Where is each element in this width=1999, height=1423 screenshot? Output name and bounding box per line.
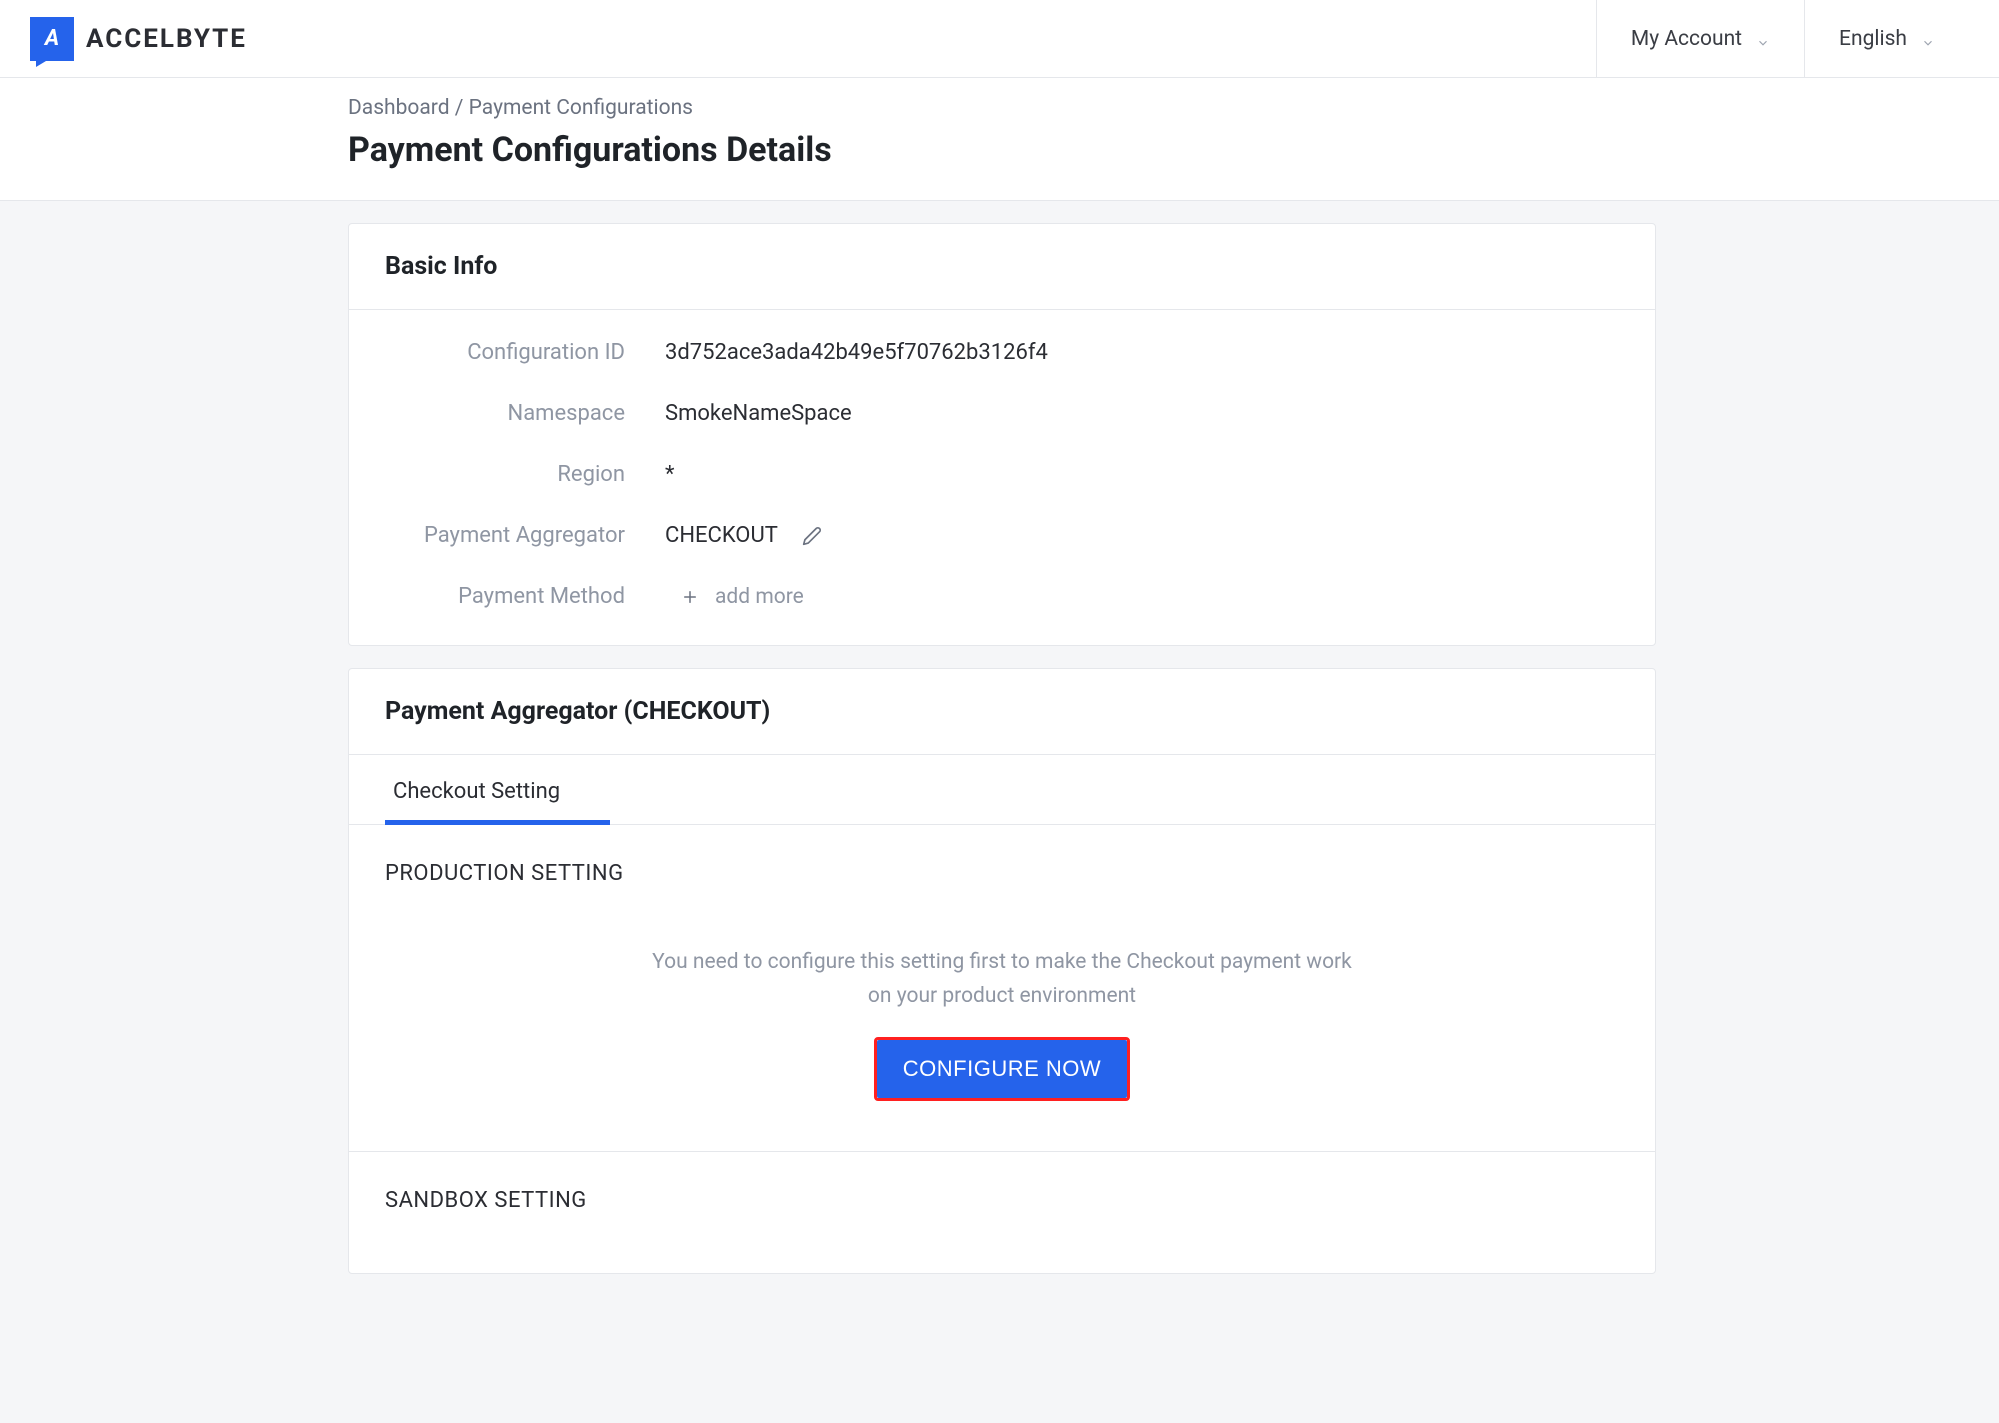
aggregator-title: Payment Aggregator (CHECKOUT) [385,697,1619,726]
configuration-id-label: Configuration ID [385,340,665,365]
card-body: Configuration ID 3d752ace3ada42b49e5f707… [349,310,1655,645]
info-row-region: Region * [385,462,1619,487]
breadcrumb: Dashboard / Payment Configurations [348,96,1999,120]
configure-button-highlight: CONFIGURE NOW [874,1037,1130,1101]
content: Basic Info Configuration ID 3d752ace3ada… [0,201,1999,1336]
production-config-text: You need to configure this setting first… [385,946,1619,1013]
page-title: Payment Configurations Details [348,130,1999,170]
card-header: Payment Aggregator (CHECKOUT) [349,669,1655,755]
logo[interactable]: A ACCELBYTE [30,17,247,61]
tab-checkout-setting[interactable]: Checkout Setting [385,755,580,824]
payment-aggregator-text: CHECKOUT [665,523,778,548]
header-right: My Account English [1596,0,1969,77]
basic-info-title: Basic Info [385,252,1619,281]
breadcrumb-current: Payment Configurations [469,96,693,120]
info-row-payment-method: Payment Method add more [385,584,1619,609]
my-account-label: My Account [1631,27,1742,51]
add-more-button[interactable]: add more [665,585,804,609]
breadcrumb-dashboard[interactable]: Dashboard [348,96,450,120]
add-more-label: add more [715,585,804,609]
namespace-label: Namespace [385,401,665,426]
configure-now-button[interactable]: CONFIGURE NOW [877,1040,1127,1098]
payment-aggregator-label: Payment Aggregator [385,523,665,548]
edit-icon[interactable] [802,526,822,546]
language-label: English [1839,27,1907,51]
namespace-value: SmokeNameSpace [665,401,852,426]
language-dropdown[interactable]: English [1804,0,1969,77]
tabs: Checkout Setting [349,755,1655,825]
page-header: Dashboard / Payment Configurations Payme… [0,78,1999,201]
config-text-line2: on your product environment [868,984,1136,1008]
sandbox-setting-heading: SANDBOX SETTING [349,1152,1655,1273]
info-row-configuration-id: Configuration ID 3d752ace3ada42b49e5f707… [385,340,1619,365]
chevron-down-icon [1921,32,1935,46]
logo-icon: A [30,17,74,61]
basic-info-card: Basic Info Configuration ID 3d752ace3ada… [348,223,1656,646]
config-text-line1: You need to configure this setting first… [652,950,1352,974]
payment-method-label: Payment Method [385,584,665,609]
logo-text: ACCELBYTE [86,24,247,54]
region-label: Region [385,462,665,487]
plus-icon [681,588,699,606]
payment-aggregator-card: Payment Aggregator (CHECKOUT) Checkout S… [348,668,1656,1274]
production-config-block: You need to configure this setting first… [349,886,1655,1152]
payment-method-value: add more [665,585,804,609]
payment-aggregator-value: CHECKOUT [665,523,822,548]
chevron-down-icon [1756,32,1770,46]
card-header: Basic Info [349,224,1655,310]
region-value: * [665,462,674,487]
my-account-dropdown[interactable]: My Account [1596,0,1804,77]
configuration-id-value: 3d752ace3ada42b49e5f70762b3126f4 [665,340,1048,365]
logo-letter: A [45,26,59,51]
breadcrumb-separator: / [450,96,469,120]
info-row-payment-aggregator: Payment Aggregator CHECKOUT [385,523,1619,548]
production-setting-heading: PRODUCTION SETTING [349,825,1655,886]
info-row-namespace: Namespace SmokeNameSpace [385,401,1619,426]
header: A ACCELBYTE My Account English [0,0,1999,78]
